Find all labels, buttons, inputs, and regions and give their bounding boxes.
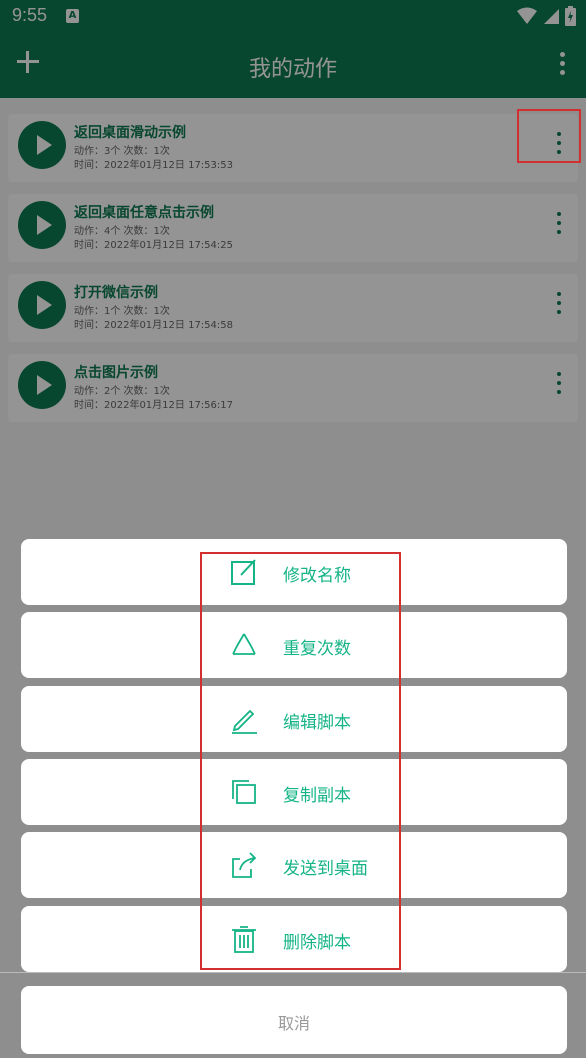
scrim-top <box>0 0 586 98</box>
divider <box>0 972 586 973</box>
highlight-box-actions <box>200 552 401 970</box>
cancel-label: 取消 <box>277 1014 310 1033</box>
cancel-button[interactable]: 取消 <box>21 986 567 1054</box>
highlight-box-more <box>517 109 581 163</box>
